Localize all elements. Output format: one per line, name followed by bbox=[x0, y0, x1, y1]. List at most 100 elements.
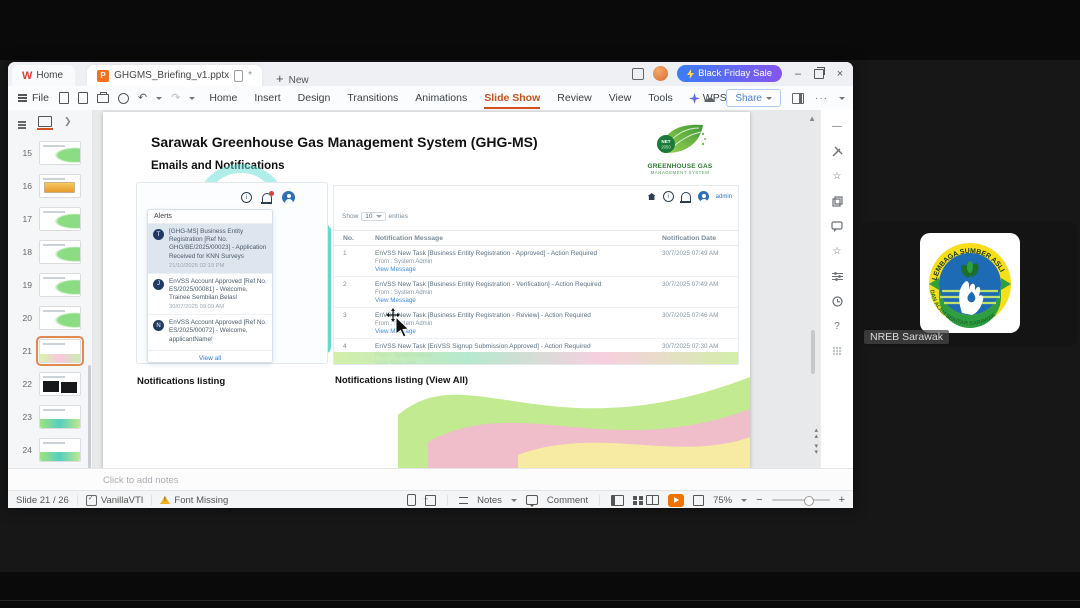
collapse-pane-icon[interactable]: — bbox=[831, 120, 843, 132]
task-pane-icon[interactable] bbox=[792, 92, 804, 104]
close-button[interactable]: × bbox=[833, 68, 847, 80]
slide-thumbnail[interactable] bbox=[39, 272, 81, 297]
undo-icon[interactable]: ↶ bbox=[138, 92, 147, 104]
new-tab-plus-icon[interactable]: + bbox=[276, 71, 284, 86]
zoom-level[interactable]: 75% bbox=[713, 495, 732, 506]
print-preview-icon[interactable] bbox=[117, 92, 129, 104]
ribbon-tab[interactable]: Animations bbox=[415, 88, 467, 108]
save-icon[interactable] bbox=[58, 92, 69, 104]
slide-thumbnail-row[interactable]: 22 bbox=[8, 367, 92, 400]
thumbnail-view-icon[interactable] bbox=[37, 116, 53, 130]
hamburger-icon[interactable] bbox=[18, 94, 27, 96]
next-slide-button[interactable]: ▾ ▾ bbox=[814, 443, 818, 456]
scroll-up-icon[interactable]: ▲ bbox=[808, 114, 816, 123]
col-no: No. bbox=[343, 235, 354, 242]
slide-thumbnail-row[interactable]: 19 bbox=[8, 268, 92, 301]
comments-pane-icon[interactable] bbox=[831, 220, 843, 232]
zoom-out-button[interactable]: − bbox=[756, 494, 762, 506]
slide-thumbnail[interactable] bbox=[39, 437, 81, 462]
print-icon[interactable] bbox=[96, 91, 109, 103]
slide-thumbnail-row[interactable]: 16 bbox=[8, 169, 92, 202]
tools-icon[interactable] bbox=[831, 145, 843, 157]
ribbon-tab[interactable]: Design bbox=[298, 88, 331, 108]
ribbon-tab[interactable]: Insert bbox=[254, 88, 280, 108]
help-icon[interactable]: ? bbox=[831, 320, 843, 332]
slide-thumbnail-row[interactable]: 21 bbox=[8, 334, 92, 367]
slide-thumbnail-row[interactable]: 23 bbox=[8, 400, 92, 433]
new-tab-label[interactable]: New bbox=[289, 75, 309, 86]
document-tab[interactable]: P GHGMS_Briefing_v1.pptx * bbox=[87, 65, 263, 86]
ribbon-tab[interactable]: Home bbox=[209, 88, 237, 108]
ribbon-tab[interactable]: Review bbox=[557, 88, 591, 108]
history-clock-icon[interactable] bbox=[831, 295, 843, 307]
slide-panel-scrollbar[interactable] bbox=[88, 365, 91, 475]
slide-canvas[interactable]: Sarawak Greenhouse Gas Management System… bbox=[103, 112, 750, 468]
slide-thumbnail[interactable] bbox=[36, 335, 84, 366]
more-options-icon[interactable]: ··· bbox=[815, 93, 828, 104]
export-pdf-icon[interactable] bbox=[77, 92, 88, 104]
reading-view-icon[interactable] bbox=[646, 495, 660, 505]
handoff-icon[interactable] bbox=[422, 494, 437, 506]
outline-view-icon[interactable] bbox=[18, 120, 26, 123]
slide-thumbnail[interactable] bbox=[39, 206, 81, 231]
zoom-in-button[interactable]: + bbox=[839, 494, 845, 506]
zoom-caret-icon[interactable] bbox=[741, 498, 748, 502]
fit-slide-icon[interactable] bbox=[693, 494, 705, 506]
notes-toggle-icon[interactable] bbox=[459, 496, 469, 504]
ribbon-tab[interactable]: Transitions bbox=[347, 88, 398, 108]
notes-toggle-label[interactable]: Notes bbox=[477, 495, 502, 506]
undo-caret-icon[interactable] bbox=[156, 96, 163, 100]
ribbon-tab[interactable]: Tools bbox=[648, 88, 673, 108]
participant-tile[interactable]: LEMBAGA SUMBER ASLI DAN ALAM SEKITAR SAR… bbox=[860, 222, 1078, 346]
slide-thumbnail[interactable] bbox=[39, 173, 81, 198]
file-menu[interactable]: File bbox=[32, 92, 49, 104]
slide-thumbnail-row[interactable]: 20 bbox=[8, 301, 92, 334]
slideshow-play-button[interactable] bbox=[668, 493, 685, 507]
quickbar-caret-icon[interactable] bbox=[189, 96, 196, 100]
slide-thumbnail[interactable] bbox=[39, 371, 81, 396]
collapse-ribbon-icon[interactable] bbox=[839, 96, 845, 100]
cloud-sync-icon[interactable]: ☁ bbox=[703, 91, 715, 105]
previous-slide-button[interactable]: ▴ ▴ bbox=[814, 427, 818, 440]
apps-grid-icon[interactable] bbox=[831, 345, 843, 357]
slide-sorter-icon[interactable] bbox=[633, 495, 638, 500]
slide-thumbnail-row[interactable]: 18 bbox=[8, 235, 92, 268]
share-button[interactable]: Share bbox=[726, 89, 781, 107]
settings-sliders-icon[interactable] bbox=[831, 270, 843, 282]
normal-view-icon[interactable] bbox=[611, 494, 625, 506]
collapse-panel-icon[interactable]: ❯ bbox=[64, 116, 72, 127]
slide-thumbnail[interactable] bbox=[39, 305, 81, 330]
workspace-icon[interactable] bbox=[632, 67, 645, 80]
home-tab[interactable]: W Home bbox=[12, 65, 76, 86]
ribbon-tab[interactable]: Slide Show bbox=[484, 88, 541, 109]
restore-button[interactable] bbox=[814, 66, 825, 79]
font-missing-label[interactable]: Font Missing bbox=[174, 495, 228, 506]
ai-assistant-icon[interactable]: ☆ bbox=[831, 170, 843, 182]
slide-thumbnail[interactable] bbox=[39, 140, 81, 165]
slide-thumbnail[interactable] bbox=[39, 404, 81, 429]
device-sync-icon bbox=[234, 69, 244, 82]
notes-caret-icon[interactable] bbox=[510, 498, 517, 502]
notes-placeholder[interactable]: Click to add notes bbox=[103, 475, 179, 486]
mobile-view-icon[interactable] bbox=[407, 494, 417, 506]
favorites-icon[interactable]: ☆ bbox=[831, 245, 843, 257]
slide-thumbnail[interactable] bbox=[39, 239, 81, 264]
ribbon-tab[interactable]: View bbox=[609, 88, 632, 108]
notes-bar[interactable]: Click to add notes bbox=[8, 468, 853, 491]
account-avatar[interactable] bbox=[653, 66, 669, 81]
minimize-button[interactable]: – bbox=[791, 68, 805, 80]
slide-thumbnail-row[interactable]: 15 bbox=[8, 136, 92, 169]
editor-scrollbar[interactable] bbox=[811, 330, 815, 374]
slide-layout-icon[interactable] bbox=[831, 195, 843, 207]
promo-button[interactable]: Black Friday Sale bbox=[677, 65, 782, 82]
comment-icon[interactable] bbox=[525, 495, 538, 507]
redo-icon[interactable]: ↷ bbox=[171, 92, 180, 104]
comment-label[interactable]: Comment bbox=[547, 495, 588, 506]
slide-thumbnail-row[interactable]: 24 bbox=[8, 433, 92, 466]
spellcheck-label[interactable]: VanillaVTI bbox=[101, 495, 144, 506]
alert-avatar: N bbox=[153, 320, 164, 332]
spellcheck-icon[interactable] bbox=[85, 494, 97, 506]
zoom-slider[interactable] bbox=[771, 495, 830, 506]
zoom-slider-knob[interactable] bbox=[803, 495, 814, 506]
slide-thumbnail-row[interactable]: 17 bbox=[8, 202, 92, 235]
